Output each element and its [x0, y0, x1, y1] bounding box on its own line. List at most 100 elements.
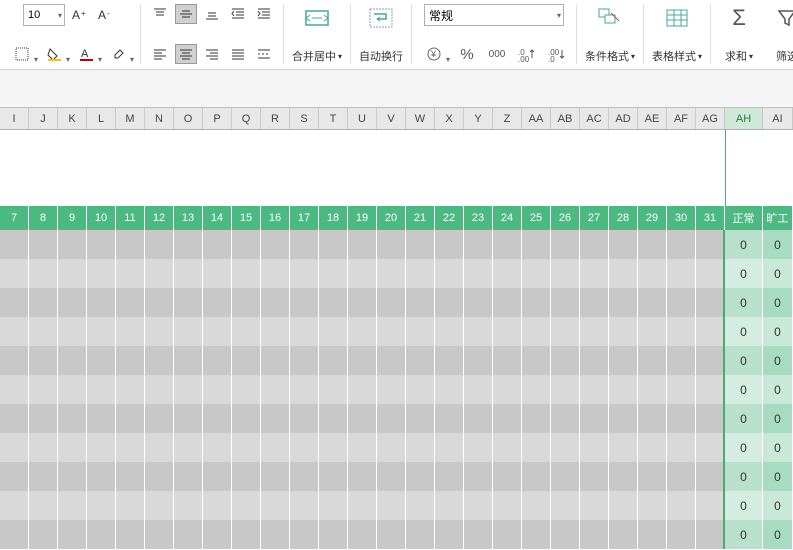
data-cell[interactable] [667, 346, 696, 375]
data-cell[interactable] [493, 346, 522, 375]
data-cell[interactable] [464, 404, 493, 433]
data-cell[interactable] [522, 404, 551, 433]
data-cell[interactable] [0, 317, 29, 346]
absent-cell[interactable]: 0 [763, 346, 793, 375]
data-cell[interactable] [406, 259, 435, 288]
data-cell[interactable] [551, 230, 580, 259]
absent-cell[interactable]: 0 [763, 520, 793, 549]
data-cell[interactable] [464, 230, 493, 259]
data-cell[interactable] [203, 433, 232, 462]
sum-button[interactable]: Σ [723, 4, 755, 32]
column-header[interactable]: O [174, 108, 203, 129]
data-cell[interactable] [29, 346, 58, 375]
data-cell[interactable] [0, 288, 29, 317]
data-cell[interactable] [609, 491, 638, 520]
data-cell[interactable] [87, 462, 116, 491]
data-cell[interactable] [232, 520, 261, 549]
column-header[interactable]: AA [522, 108, 551, 129]
data-cell[interactable] [319, 288, 348, 317]
data-cell[interactable] [319, 230, 348, 259]
data-cell[interactable] [348, 433, 377, 462]
data-cell[interactable] [58, 317, 87, 346]
data-cell[interactable] [261, 404, 290, 433]
blank-area[interactable] [0, 130, 793, 206]
data-cell[interactable] [319, 462, 348, 491]
data-cell[interactable] [696, 346, 725, 375]
absent-cell[interactable]: 0 [763, 230, 793, 259]
data-cell[interactable] [319, 404, 348, 433]
data-cell[interactable] [348, 288, 377, 317]
data-cell[interactable] [493, 288, 522, 317]
data-cell[interactable] [29, 375, 58, 404]
data-cell[interactable] [464, 288, 493, 317]
day-header[interactable]: 27 [580, 206, 609, 230]
normal-cell[interactable]: 0 [725, 375, 763, 404]
data-cell[interactable] [145, 230, 174, 259]
data-cell[interactable] [638, 520, 667, 549]
data-cell[interactable] [29, 259, 58, 288]
data-cell[interactable] [522, 259, 551, 288]
data-cell[interactable] [319, 433, 348, 462]
data-cell[interactable] [290, 346, 319, 375]
data-cell[interactable] [58, 404, 87, 433]
distribute-button[interactable] [253, 44, 275, 64]
data-cell[interactable] [232, 288, 261, 317]
data-cell[interactable] [87, 520, 116, 549]
column-header[interactable]: R [261, 108, 290, 129]
data-cell[interactable] [0, 491, 29, 520]
data-cell[interactable] [638, 462, 667, 491]
data-cell[interactable] [406, 288, 435, 317]
data-cell[interactable] [435, 259, 464, 288]
data-cell[interactable] [319, 346, 348, 375]
clear-format-button[interactable]: ▾ [104, 44, 132, 64]
day-header[interactable]: 8 [29, 206, 58, 230]
data-cell[interactable] [0, 230, 29, 259]
fill-color-button[interactable]: ▾ [40, 44, 68, 64]
day-header[interactable]: 9 [58, 206, 87, 230]
normal-cell[interactable]: 0 [725, 230, 763, 259]
data-cell[interactable] [145, 491, 174, 520]
normal-cell[interactable]: 0 [725, 491, 763, 520]
data-cell[interactable] [58, 375, 87, 404]
data-cell[interactable] [377, 346, 406, 375]
data-cell[interactable] [0, 520, 29, 549]
absent-cell[interactable]: 0 [763, 433, 793, 462]
day-header[interactable]: 17 [290, 206, 319, 230]
data-cell[interactable] [87, 230, 116, 259]
data-cell[interactable] [580, 520, 609, 549]
data-cell[interactable] [406, 462, 435, 491]
data-cell[interactable] [406, 520, 435, 549]
number-format-select[interactable]: 常规 ▾ [424, 4, 564, 26]
data-cell[interactable] [377, 288, 406, 317]
data-cell[interactable] [232, 259, 261, 288]
data-cell[interactable] [174, 317, 203, 346]
data-cell[interactable] [145, 317, 174, 346]
data-cell[interactable] [551, 491, 580, 520]
column-header[interactable]: T [319, 108, 348, 129]
data-cell[interactable] [638, 404, 667, 433]
data-cell[interactable] [116, 433, 145, 462]
data-cell[interactable] [261, 288, 290, 317]
column-header[interactable]: AG [696, 108, 725, 129]
percent-button[interactable]: % [456, 44, 478, 64]
data-cell[interactable] [174, 346, 203, 375]
data-cell[interactable] [493, 375, 522, 404]
absent-cell[interactable]: 0 [763, 375, 793, 404]
data-cell[interactable] [551, 259, 580, 288]
merge-center-button[interactable] [301, 4, 333, 32]
data-cell[interactable] [203, 259, 232, 288]
data-cell[interactable] [551, 433, 580, 462]
data-cell[interactable] [551, 317, 580, 346]
data-cell[interactable] [87, 404, 116, 433]
absent-cell[interactable]: 0 [763, 462, 793, 491]
data-cell[interactable] [580, 288, 609, 317]
day-header[interactable]: 11 [116, 206, 145, 230]
data-cell[interactable] [493, 462, 522, 491]
data-cell[interactable] [261, 462, 290, 491]
data-cell[interactable] [522, 433, 551, 462]
data-cell[interactable] [29, 230, 58, 259]
day-header[interactable]: 29 [638, 206, 667, 230]
column-header[interactable]: Z [493, 108, 522, 129]
filter-button[interactable] [771, 4, 793, 32]
data-cell[interactable] [435, 375, 464, 404]
